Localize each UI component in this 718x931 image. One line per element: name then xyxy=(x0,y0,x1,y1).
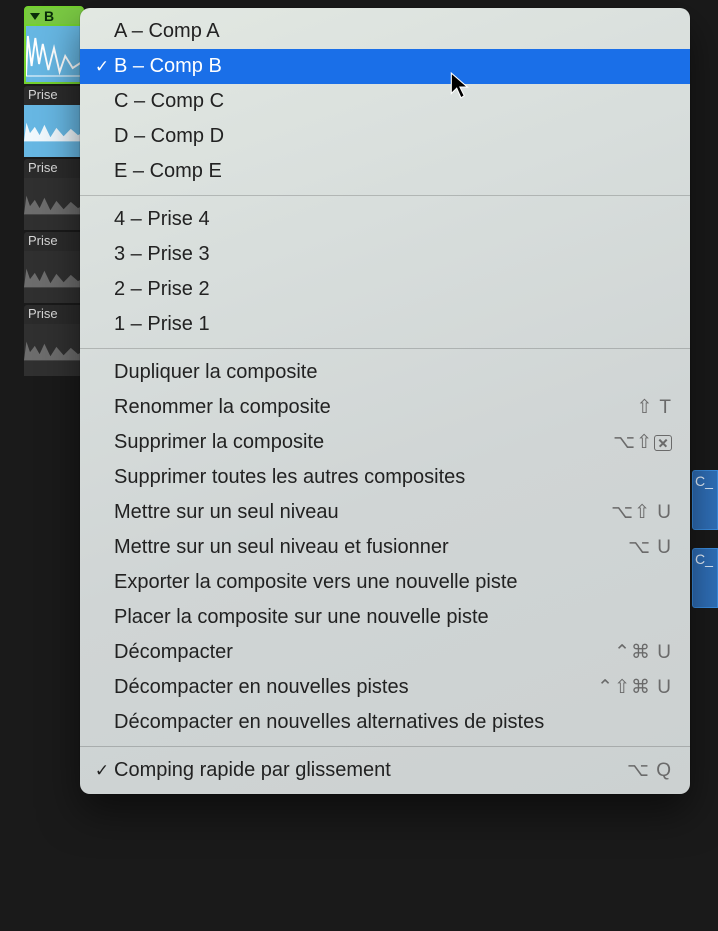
menu-item-duplicate-comp[interactable]: Dupliquer la composite xyxy=(80,355,690,390)
menu-item-label: Supprimer la composite xyxy=(114,431,613,454)
menu-item-label: 2 – Prise 2 xyxy=(114,278,672,301)
disclosure-triangle-icon[interactable] xyxy=(30,13,40,20)
waveform-icon xyxy=(26,26,82,82)
menu-item-label: D – Comp D xyxy=(114,125,672,148)
waveform-icon xyxy=(24,267,84,288)
shortcut-label: ⌥ Q xyxy=(627,759,672,782)
shortcut-label: ⌥⇧ xyxy=(613,431,672,454)
take-folder-context-menu: A – Comp A ✓ B – Comp B C – Comp C D – C… xyxy=(80,8,690,794)
menu-item-quick-swipe-comping[interactable]: ✓ Comping rapide par glissement ⌥ Q xyxy=(80,753,690,788)
menu-item-take-4[interactable]: 4 – Prise 4 xyxy=(80,202,690,237)
menu-item-rename-comp[interactable]: Renommer la composite ⇧ T xyxy=(80,390,690,425)
menu-item-label: Dupliquer la composite xyxy=(114,361,672,384)
menu-item-label: Placer la composite sur une nouvelle pis… xyxy=(114,606,672,629)
menu-item-unpack-new-alternatives[interactable]: Décompacter en nouvelles alternatives de… xyxy=(80,705,690,740)
menu-item-take-2[interactable]: 2 – Prise 2 xyxy=(80,272,690,307)
check-icon: ✓ xyxy=(90,57,114,77)
menu-item-unpack-new-tracks[interactable]: Décompacter en nouvelles pistes ⌃⇧⌘ U xyxy=(80,670,690,705)
menu-item-comp-e[interactable]: E – Comp E xyxy=(80,154,690,189)
menu-item-label: Supprimer toutes les autres composites xyxy=(114,466,672,489)
menu-item-comp-c[interactable]: C – Comp C xyxy=(80,84,690,119)
shortcut-label: ⇧ T xyxy=(637,396,672,419)
take-row[interactable]: Prise xyxy=(24,232,84,303)
take-waveform[interactable] xyxy=(24,178,84,230)
take-row[interactable]: Prise xyxy=(24,159,84,230)
menu-item-label: A – Comp A xyxy=(114,20,672,43)
menu-item-export-comp-new-track[interactable]: Exporter la composite vers une nouvelle … xyxy=(80,565,690,600)
take-label: Prise xyxy=(24,86,84,105)
menu-item-label: Comping rapide par glissement xyxy=(114,759,627,782)
menu-item-move-comp-new-track[interactable]: Placer la composite sur une nouvelle pis… xyxy=(80,600,690,635)
take-folder-column: B Prise Prise Prise Prise xyxy=(24,6,84,376)
comp-waveform[interactable] xyxy=(24,26,84,84)
region-label: C_ xyxy=(695,551,713,567)
menu-item-label: Décompacter en nouvelles pistes xyxy=(114,676,597,699)
waveform-icon xyxy=(24,194,84,215)
menu-item-flatten[interactable]: Mettre sur un seul niveau ⌥⇧ U xyxy=(80,495,690,530)
menu-item-label: Mettre sur un seul niveau xyxy=(114,501,611,524)
menu-item-comp-a[interactable]: A – Comp A xyxy=(80,14,690,49)
take-waveform[interactable] xyxy=(24,105,84,157)
menu-item-label: 1 – Prise 1 xyxy=(114,313,672,336)
menu-item-take-3[interactable]: 3 – Prise 3 xyxy=(80,237,690,272)
shortcut-label: ⌥⇧ U xyxy=(611,501,672,524)
take-row[interactable]: Prise xyxy=(24,86,84,157)
menu-divider xyxy=(80,746,690,747)
menu-item-label: C – Comp C xyxy=(114,90,672,113)
menu-item-label: Renommer la composite xyxy=(114,396,637,419)
menu-item-comp-b[interactable]: ✓ B – Comp B xyxy=(80,49,690,84)
menu-item-delete-other-comps[interactable]: Supprimer toutes les autres composites xyxy=(80,460,690,495)
take-folder-title: B xyxy=(44,8,54,24)
audio-region[interactable]: C_ xyxy=(692,470,718,530)
take-label: Prise xyxy=(24,305,84,324)
take-waveform[interactable] xyxy=(24,251,84,303)
menu-item-label: Décompacter xyxy=(114,641,614,664)
take-folder-header[interactable]: B xyxy=(24,6,84,26)
menu-item-flatten-merge[interactable]: Mettre sur un seul niveau et fusionner ⌥… xyxy=(80,530,690,565)
menu-item-comp-d[interactable]: D – Comp D xyxy=(80,119,690,154)
delete-icon xyxy=(654,435,672,451)
menu-item-unpack[interactable]: Décompacter ⌃⌘ U xyxy=(80,635,690,670)
check-icon: ✓ xyxy=(90,761,114,781)
shortcut-label: ⌃⌘ U xyxy=(614,641,672,664)
take-waveform[interactable] xyxy=(24,324,84,376)
take-label: Prise xyxy=(24,232,84,251)
menu-item-take-1[interactable]: 1 – Prise 1 xyxy=(80,307,690,342)
menu-item-delete-comp[interactable]: Supprimer la composite ⌥⇧ xyxy=(80,425,690,460)
menu-divider xyxy=(80,348,690,349)
arrange-regions: C_ C_ xyxy=(692,470,718,626)
take-row[interactable]: Prise xyxy=(24,305,84,376)
menu-item-label: B – Comp B xyxy=(114,55,672,78)
menu-item-label: Mettre sur un seul niveau et fusionner xyxy=(114,536,628,559)
menu-divider xyxy=(80,195,690,196)
menu-item-label: Exporter la composite vers une nouvelle … xyxy=(114,571,672,594)
shortcut-label: ⌥ U xyxy=(628,536,672,559)
audio-region[interactable]: C_ xyxy=(692,548,718,608)
menu-item-label: 3 – Prise 3 xyxy=(114,243,672,266)
menu-item-label: Décompacter en nouvelles alternatives de… xyxy=(114,711,672,734)
waveform-icon xyxy=(24,340,84,361)
menu-item-label: E – Comp E xyxy=(114,160,672,183)
waveform-icon xyxy=(24,121,84,142)
menu-item-label: 4 – Prise 4 xyxy=(114,208,672,231)
shortcut-label: ⌃⇧⌘ U xyxy=(597,676,672,699)
region-label: C_ xyxy=(695,473,713,489)
take-label: Prise xyxy=(24,159,84,178)
